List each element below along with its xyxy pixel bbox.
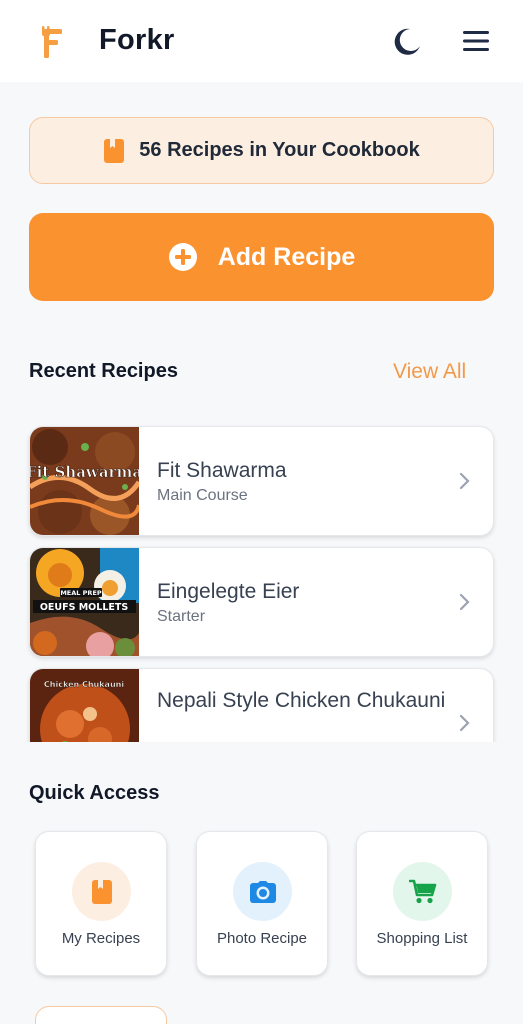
thumb-text: Fit Shawarma — [30, 463, 139, 481]
cookbook-count-text: 56 Recipes in Your Cookbook — [139, 139, 420, 161]
recipe-title: Eingelegte Eier — [157, 580, 300, 603]
icon-circle — [233, 862, 292, 921]
icon-circle — [72, 862, 131, 921]
recipe-card-eingelegte-eier[interactable]: MEAL PREP OEUFS MOLLETS Eingelegte Eier … — [29, 547, 494, 657]
thumb-text: OEUFS MOLLETS — [40, 602, 129, 613]
quick-access-card-partial[interactable] — [35, 1006, 167, 1024]
quick-access-shopping-list[interactable]: Shopping List — [356, 831, 488, 976]
recipe-thumbnail: MEAL PREP OEUFS MOLLETS — [30, 548, 139, 656]
plus-circle-icon — [168, 243, 197, 271]
recipe-title: Nepali Style Chicken Chukauni — [157, 689, 446, 712]
quick-access-label: Shopping List — [376, 930, 468, 947]
recipe-category: Starter — [157, 608, 206, 625]
thumb-badge: MEAL PREP — [60, 589, 102, 597]
fork-logo-icon — [42, 26, 62, 58]
cart-icon — [408, 879, 436, 903]
quick-access-heading: Quick Access — [29, 782, 160, 804]
thumb-text: Chicken Chukauni — [44, 680, 124, 689]
book-icon — [104, 138, 125, 163]
quick-access-my-recipes[interactable]: My Recipes — [35, 831, 167, 976]
recent-recipes-list: Fit Shawarma Fit Shawarma Main Course ME… — [0, 420, 523, 742]
book-icon — [91, 879, 112, 904]
hamburger-menu-icon[interactable] — [461, 28, 491, 54]
quick-access-photo-recipe[interactable]: Photo Recipe — [196, 831, 328, 976]
recipe-card-fit-shawarma[interactable]: Fit Shawarma Fit Shawarma Main Course — [29, 426, 494, 536]
moon-icon[interactable] — [391, 26, 423, 58]
add-recipe-label: Add Recipe — [217, 242, 356, 271]
add-recipe-button[interactable]: Add Recipe — [29, 213, 494, 301]
cookbook-count-banner: 56 Recipes in Your Cookbook — [29, 117, 494, 184]
app-title: Forkr — [99, 24, 175, 56]
recipe-thumbnail: Chicken Chukauni — [30, 669, 139, 742]
icon-circle — [393, 862, 452, 921]
view-all-link[interactable]: View All — [393, 360, 466, 384]
recipe-card-nepali-chicken-chukauni[interactable]: Chicken Chukauni Nepali Style Chicken Ch… — [29, 668, 494, 742]
recipe-title: Fit Shawarma — [157, 459, 287, 482]
quick-access-label: Photo Recipe — [216, 930, 308, 947]
chevron-right-icon — [459, 714, 470, 732]
top-bar: Forkr — [0, 0, 523, 82]
recipe-thumbnail: Fit Shawarma — [30, 427, 139, 535]
recent-recipes-heading: Recent Recipes — [29, 360, 178, 382]
camera-icon — [249, 880, 276, 903]
quick-access-label: My Recipes — [61, 930, 141, 947]
chevron-right-icon — [459, 472, 470, 490]
recipe-category: Main Course — [157, 487, 248, 504]
chevron-right-icon — [459, 593, 470, 611]
